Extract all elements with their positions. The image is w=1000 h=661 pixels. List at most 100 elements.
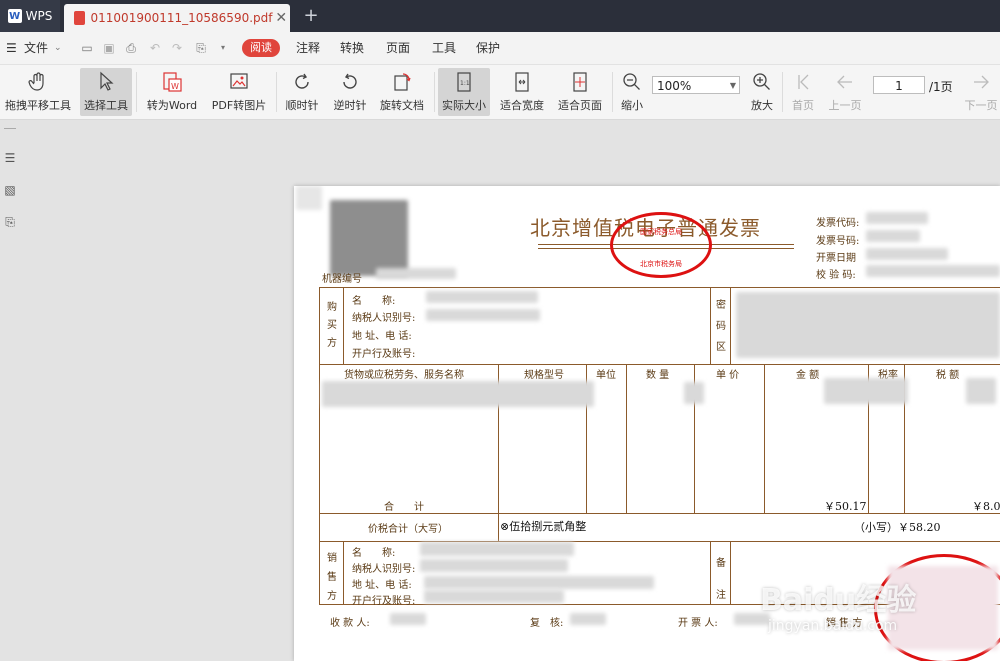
outline-icon[interactable]: ☰ [2, 150, 18, 166]
reviewer-value [570, 613, 606, 625]
seller-tax-id-label: 纳税人识别号: [352, 564, 416, 575]
select-tool-button[interactable]: 选择工具 [80, 68, 132, 116]
machine-number-value [376, 268, 456, 279]
rotate-ccw-icon [338, 70, 362, 94]
menu-read[interactable]: 阅读 [242, 39, 280, 57]
export-icon[interactable]: ⎘ [194, 41, 208, 55]
payee-value [390, 613, 426, 625]
seller-side-label: 销 [327, 553, 337, 564]
tax-bureau-stamp: 国家税务总局 北京市税务局 [610, 212, 712, 278]
redo-icon[interactable]: ↷ [170, 41, 184, 55]
price-blurred [684, 382, 704, 404]
wps-logo-icon: W [7, 9, 22, 23]
arrow-left-icon [833, 70, 857, 94]
document-tab-title: 011001900111_10586590.pdf [90, 11, 273, 25]
column-spec: 规格型号 [524, 370, 564, 381]
wps-home-tab[interactable]: W WPS [0, 0, 60, 32]
invoice-date-value [866, 248, 948, 260]
convert-to-word-button[interactable]: W 转为Word [142, 68, 202, 116]
qr-corner [296, 186, 322, 210]
fit-page-icon [568, 70, 592, 94]
pdf-to-image-button[interactable]: PDF转图片 [208, 68, 270, 116]
fit-width-label: 适合宽度 [500, 99, 544, 112]
table-divider [710, 287, 711, 364]
toolbar-divider [782, 72, 783, 112]
zoom-out-label: 缩小 [621, 99, 643, 112]
rotate-cw-icon [290, 70, 314, 94]
document-tab[interactable]: 011001900111_10586590.pdf ✕ [64, 4, 290, 32]
rotate-document-icon [390, 70, 414, 94]
chevron-down-icon[interactable]: ⌄ [54, 32, 62, 64]
menu-page[interactable]: 页面 [386, 32, 410, 64]
quick-access-dropdown-icon[interactable]: ▾ [216, 41, 230, 55]
invoice-date-label: 开票日期 [816, 253, 856, 264]
hand-tool-button[interactable]: 拖拽平移工具 [2, 68, 74, 116]
select-tool-label: 选择工具 [84, 99, 128, 112]
remark-label: 注 [716, 590, 726, 601]
remark-label: 备 [716, 558, 726, 569]
menu-file[interactable]: 文件 [24, 32, 48, 64]
password-area-label: 密 [716, 300, 726, 311]
baidu-watermark-url: jingyan.baidu.com [768, 618, 898, 634]
rotate-counterclockwise-button[interactable]: 逆时针 [328, 68, 372, 116]
total-tax: ￥8.0 [972, 500, 1000, 513]
rotate-document-label: 旋转文档 [380, 99, 424, 112]
sidebar-handle[interactable] [4, 128, 16, 129]
first-page-button[interactable]: 首页 [786, 68, 820, 116]
hand-icon [26, 70, 50, 94]
buyer-side-label: 购 [327, 302, 337, 313]
buyer-tax-id-label: 纳税人识别号: [352, 313, 416, 324]
actual-size-button[interactable]: 1:1 实际大小 [438, 68, 490, 116]
hand-tool-label: 拖拽平移工具 [5, 99, 71, 112]
thumbnail-image-icon[interactable]: ▧ [2, 182, 18, 198]
seller-name-label: 名 称: [352, 548, 396, 559]
fit-width-button[interactable]: 适合宽度 [496, 68, 548, 116]
previous-page-button[interactable]: 上一页 [824, 68, 866, 116]
image-convert-icon [227, 70, 251, 94]
sidebar [0, 120, 24, 661]
check-code-label: 校 验 码: [816, 270, 856, 281]
toolbar-divider [434, 72, 435, 112]
stamp-bottom-text: 北京市税务局 [640, 260, 682, 268]
first-page-icon [791, 70, 815, 94]
fit-page-button[interactable]: 适合页面 [554, 68, 606, 116]
column-amount: 金 额 [796, 370, 820, 381]
first-page-label: 首页 [792, 99, 814, 112]
stamp-top-text: 国家税务总局 [640, 228, 682, 236]
hamburger-menu-icon[interactable]: ☰ [6, 32, 17, 64]
rotate-clockwise-button[interactable]: 顺时针 [280, 68, 324, 116]
print-icon[interactable]: ⎙ [124, 41, 138, 55]
column-quantity: 数 量 [646, 370, 670, 381]
menu-convert[interactable]: 转换 [340, 32, 364, 64]
menu-protect[interactable]: 保护 [476, 32, 500, 64]
next-page-button[interactable]: 下一页 [962, 68, 1000, 116]
fit-width-icon [510, 70, 534, 94]
password-area-label: 区 [716, 342, 726, 353]
fit-page-label: 适合页面 [558, 99, 602, 112]
machine-number-label: 机器编号 [322, 274, 362, 285]
previous-page-label: 上一页 [828, 99, 862, 112]
buyer-side-label: 方 [327, 338, 337, 349]
tax-blurred [966, 378, 996, 404]
zoom-out-button[interactable]: 缩小 [616, 68, 648, 116]
zoom-in-button[interactable]: 放大 [746, 68, 778, 116]
amount-blurred [824, 378, 908, 404]
zoom-level-select[interactable]: 100% ▼ [652, 76, 740, 94]
password-area-label: 码 [716, 321, 726, 332]
rotate-document-button[interactable]: 旋转文档 [376, 68, 428, 116]
undo-icon[interactable]: ↶ [148, 41, 162, 55]
column-tax: 税 额 [936, 370, 960, 381]
table-divider [343, 541, 344, 604]
open-folder-icon[interactable]: ▭ [80, 41, 94, 55]
baidu-watermark: Baidu经验 [760, 583, 917, 618]
menu-annotate[interactable]: 注释 [296, 32, 320, 64]
save-icon[interactable]: ▣ [102, 41, 116, 55]
page-number-input[interactable]: 1 [873, 76, 925, 94]
menu-tools[interactable]: 工具 [432, 32, 456, 64]
table-divider [730, 287, 731, 364]
new-tab-button[interactable]: + [300, 4, 322, 28]
zoom-in-label: 放大 [751, 99, 773, 112]
bookmark-convert-icon[interactable]: ⎘ [2, 214, 18, 230]
close-tab-button[interactable]: ✕ [272, 10, 290, 26]
zoom-dropdown-icon[interactable]: ▼ [730, 77, 736, 95]
